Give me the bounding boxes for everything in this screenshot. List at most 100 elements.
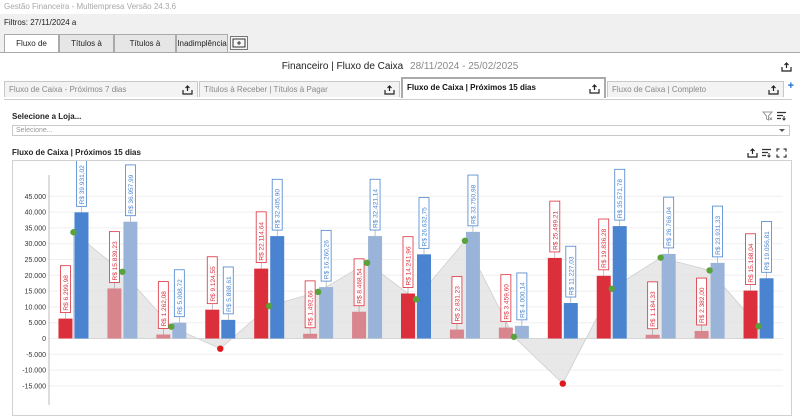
inflow-bar xyxy=(123,221,138,339)
y-tick-label: 10.000 xyxy=(25,304,47,311)
outflow-bar xyxy=(156,334,171,339)
y-tick-label: -10.000 xyxy=(22,368,46,375)
y-tick-label: 20.000 xyxy=(25,273,47,280)
inflow-bar xyxy=(368,236,383,339)
outflow-label: R$ 25.499,21 xyxy=(549,200,561,253)
outflow-label-text: R$ 6.299,98 xyxy=(63,275,70,311)
y-tick-label: -5.000 xyxy=(26,352,46,359)
y-tick-label: 40.000 xyxy=(25,210,47,217)
tab-titulos-a-pagar[interactable]: Títulos à Pagar xyxy=(59,34,114,65)
inflow-label: R$ 36.957,99 xyxy=(125,164,136,217)
add-tab-button[interactable] xyxy=(230,36,248,50)
inflow-label-text: R$ 36.957,99 xyxy=(128,174,135,213)
export-icon[interactable] xyxy=(384,85,395,95)
page-header: Financeiro | Fluxo de Caixa 28/11/2024 -… xyxy=(0,61,800,72)
outflow-label-text: R$ 3.459,60 xyxy=(503,284,510,320)
outflow-label: R$ 2.831,23 xyxy=(451,276,463,324)
balance-marker xyxy=(559,380,566,387)
subtab-fluxo-7-dias[interactable]: Fluxo de Caixa - Próximos 7 dias xyxy=(4,81,198,97)
subtab-titulos-receber-pagar[interactable]: Títulos à Receber | Títulos à Pagar xyxy=(199,81,400,97)
outflow-label: R$ 15.168,04 xyxy=(745,233,756,285)
inflow-label-text: R$ 5.898,61 xyxy=(226,276,233,312)
outflow-label: R$ 6.299,98 xyxy=(60,265,71,313)
subtab-label: Fluxo de Caixa | Próximos 15 dias xyxy=(407,83,536,92)
outflow-label-text: R$ 22.114,64 xyxy=(259,222,266,261)
outflow-bar xyxy=(645,334,660,339)
tab-titulos-a-receber[interactable]: Títulos à Receber xyxy=(114,34,176,65)
balance-marker xyxy=(314,288,322,296)
inflow-label: R$ 39.931,02 xyxy=(76,161,87,207)
title-bar: Gestão Financeira - Multiempresa Versão … xyxy=(0,0,800,14)
y-tick-label: 45.000 xyxy=(25,194,47,201)
outflow-bar xyxy=(547,257,562,339)
clear-filter-icon[interactable] xyxy=(762,111,773,121)
subtab-label: Fluxo de Caixa - Próximos 7 dias xyxy=(9,85,127,94)
period-range: 28/11/2024 - 25/02/2025 xyxy=(410,61,519,72)
export-icon[interactable] xyxy=(589,84,600,94)
outflow-label-text: R$ 1.492,66 xyxy=(308,290,315,326)
inflow-label-text: R$ 5.008,72 xyxy=(177,279,184,315)
inflow-label-text: R$ 32.405,90 xyxy=(275,189,282,228)
inflow-label: R$ 19.056,81 xyxy=(761,221,772,273)
inflow-bar xyxy=(417,254,431,339)
outflow-label: R$ 2.382,00 xyxy=(696,277,707,326)
inflow-label-text: R$ 4.000,14 xyxy=(519,282,526,318)
y-tick-label: -15.000 xyxy=(22,383,46,390)
top-tab-bar: Fluxo de Caixa Títulos à Pagar Títulos à… xyxy=(0,34,800,65)
subtab-fluxo-15-dias[interactable]: Fluxo de Caixa | Próximos 15 dias xyxy=(401,77,606,98)
inflow-label: R$ 26.632,75 xyxy=(418,197,430,249)
export-icon[interactable] xyxy=(781,62,792,72)
inflow-label-text: R$ 26.766,04 xyxy=(666,207,673,246)
balance-marker xyxy=(461,237,469,244)
inflow-label: R$ 32.421,14 xyxy=(369,178,381,231)
outflow-label-text: R$ 2.382,00 xyxy=(699,287,706,323)
filter-options-icon[interactable] xyxy=(776,111,787,121)
inflow-bar xyxy=(221,319,236,339)
outflow-label-text: R$ 14.241,96 xyxy=(406,246,413,285)
inflow-bar xyxy=(270,236,285,339)
inflow-label-text: R$ 32.421,14 xyxy=(373,189,380,228)
outflow-bar xyxy=(352,311,367,339)
inflow-label-text: R$ 23.931,33 xyxy=(715,215,722,254)
outflow-bar xyxy=(107,288,122,339)
balance-marker xyxy=(657,254,664,261)
content-panel: Selecione a Loja... Selecione... Fluxo d… xyxy=(4,99,792,417)
balance-marker xyxy=(706,267,713,274)
tab-fluxo-de-caixa[interactable]: Fluxo de Caixa xyxy=(4,34,59,65)
filters-text: Filtros: 27/11/2024 a xyxy=(4,18,77,27)
outflow-bar xyxy=(205,309,220,339)
export-icon[interactable] xyxy=(182,85,193,95)
cash-flow-chart: 45.000 40.000 35.000 30.000 25.000 20.000 15.0… xyxy=(22,161,783,405)
outflow-label-text: R$ 25.499,21 xyxy=(552,211,559,250)
outflow-label-text: R$ 1.262,08 xyxy=(161,291,168,327)
inflow-bar xyxy=(74,212,89,339)
tab-inadimplencia[interactable]: Inadimplência xyxy=(176,34,228,52)
inflow-label-text: R$ 26.632,75 xyxy=(422,207,429,246)
inflow-label: R$ 5.008,72 xyxy=(173,269,185,318)
export-icon[interactable] xyxy=(768,85,779,95)
outflow-bar xyxy=(694,330,709,339)
add-subtab-button[interactable]: + xyxy=(788,80,794,92)
outflow-label-text: R$ 8.468,54 xyxy=(357,268,364,304)
store-select[interactable]: Selecione... xyxy=(12,125,790,136)
y-tick-label: 5.000 xyxy=(28,320,46,327)
outflow-bar xyxy=(596,275,611,339)
y-tick-label: 0 xyxy=(42,336,46,343)
balance-marker xyxy=(70,229,77,236)
subtab-fluxo-completo[interactable]: Fluxo de Caixa | Completo xyxy=(607,81,784,97)
outflow-label: R$ 15.839,23 xyxy=(109,231,120,283)
inflow-label: R$ 4.000,14 xyxy=(516,272,528,321)
outflow-label: R$ 1.492,66 xyxy=(304,280,316,329)
outflow-label-text: R$ 1.184,33 xyxy=(650,291,657,327)
fullscreen-icon[interactable] xyxy=(776,148,787,158)
balance-marker xyxy=(412,296,420,303)
chart-filter-options-icon[interactable] xyxy=(761,148,772,158)
chart-export-icon[interactable] xyxy=(747,148,758,158)
inflow-label: R$ 26.766,04 xyxy=(663,196,675,249)
outflow-label: R$ 8.468,54 xyxy=(353,258,365,307)
inflow-bar xyxy=(172,322,187,339)
outflow-label-text: R$ 19.836,28 xyxy=(601,228,608,267)
page-title: Financeiro | Fluxo de Caixa xyxy=(281,61,404,72)
inflow-label-text: R$ 39.931,02 xyxy=(79,165,86,204)
inflow-bar xyxy=(563,303,578,339)
